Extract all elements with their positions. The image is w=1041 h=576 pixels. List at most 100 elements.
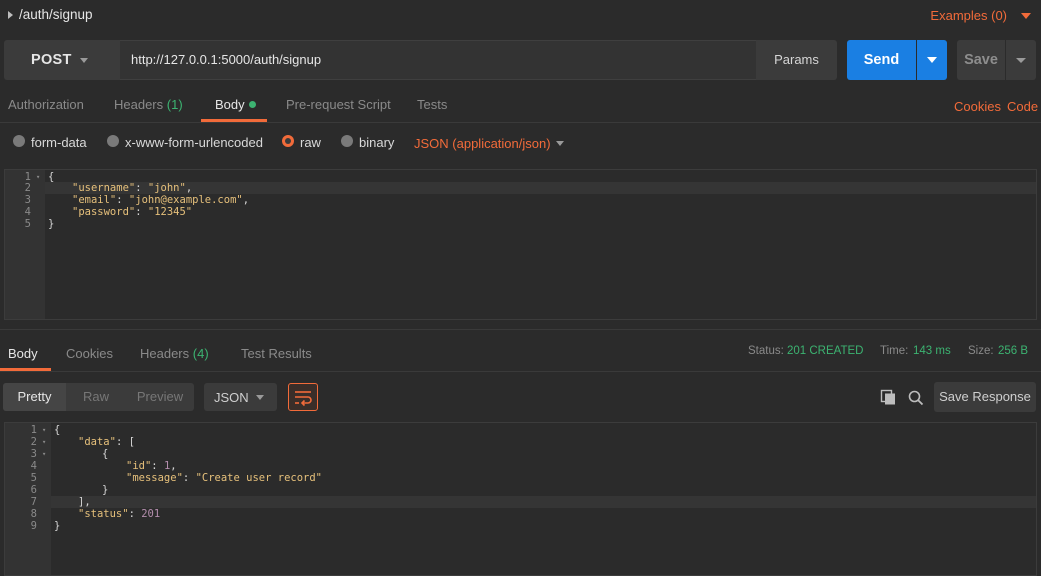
response-tab-body[interactable]: Body [8, 346, 38, 361]
tab-authorization[interactable]: Authorization [8, 97, 84, 112]
code-line: "message": "Create user record" [126, 472, 322, 484]
view-raw-button[interactable]: Raw [66, 383, 126, 411]
size-value: 256 B [998, 345, 1029, 357]
json-key: "email" [72, 194, 117, 206]
method-label: POST [31, 52, 72, 68]
response-tab-test-results[interactable]: Test Results [241, 346, 312, 361]
radio-raw-label[interactable]: raw [300, 135, 321, 150]
headers-count: (1) [166, 97, 183, 112]
cookies-link[interactable]: Cookies [954, 99, 1001, 114]
size-label: Size: [968, 345, 994, 357]
divider [0, 329, 1041, 330]
json-key: "message" [126, 472, 183, 484]
tab-headers-label: Headers [114, 97, 164, 112]
json-punct: : [ [115, 436, 135, 448]
fold-arrow-icon[interactable]: ▾ [42, 436, 46, 448]
send-button[interactable]: Send [847, 40, 916, 80]
search-icon[interactable] [907, 389, 925, 410]
json-key: "username" [72, 182, 136, 194]
radio-binary-label[interactable]: binary [359, 135, 394, 150]
code-line: } [102, 484, 109, 496]
radio-binary[interactable] [341, 135, 353, 147]
code-line: "status": 201 [78, 508, 161, 520]
tab-headers[interactable]: Headers (1) [114, 97, 183, 112]
time-label: Time: [880, 345, 909, 357]
response-tab-headers[interactable]: Headers (4) [140, 346, 209, 361]
chevron-down-icon [256, 395, 264, 400]
response-body-viewer[interactable]: 1 ▾ { 2 ▾ "data": [ 3 ▾ { 4 "id": 1, 5 "… [4, 422, 1037, 576]
active-line-highlight [51, 496, 1036, 508]
code-line: "email": "john@example.com", [72, 194, 250, 206]
body-indicator-dot [249, 101, 256, 108]
line-number: 3 [24, 194, 31, 206]
radio-urlencoded-label[interactable]: x-www-form-urlencoded [125, 135, 263, 150]
code-line: } [48, 218, 55, 230]
tab-prerequest-script[interactable]: Pre-request Script [286, 97, 391, 112]
url-input[interactable]: http://127.0.0.1:5000/auth/signup [120, 40, 756, 80]
chevron-down-icon [1016, 58, 1026, 63]
line-number: 4 [30, 460, 37, 472]
code-line: "id": 1, [126, 460, 177, 472]
line-number: 2 [30, 436, 37, 448]
save-button[interactable]: Save [957, 40, 1005, 80]
chevron-down-icon [80, 58, 88, 63]
line-number: 5 [30, 472, 37, 484]
chevron-down-icon[interactable] [556, 141, 564, 146]
content-type-select[interactable]: JSON (application/json) [414, 136, 551, 151]
line-number: 7 [30, 496, 37, 508]
response-format-select[interactable]: JSON [204, 383, 277, 411]
line-number: 2 [24, 182, 31, 194]
copy-icon[interactable] [880, 389, 898, 410]
code-line: ], [78, 496, 91, 508]
save-response-button[interactable]: Save Response [934, 382, 1036, 412]
radio-raw[interactable] [282, 135, 294, 147]
json-key: "id" [126, 460, 152, 472]
line-number: 4 [24, 206, 31, 218]
code-line: { [48, 171, 55, 183]
json-key: "data" [78, 436, 116, 448]
code-link[interactable]: Code [1007, 99, 1038, 114]
tab-body[interactable]: Body [215, 97, 245, 112]
divider [0, 122, 1041, 123]
request-name[interactable]: /auth/signup [19, 7, 93, 22]
time-value: 143 ms [913, 345, 951, 357]
line-number: 1 [30, 424, 37, 436]
fold-arrow-icon[interactable]: ▾ [42, 448, 46, 460]
fold-arrow-icon[interactable]: ▾ [42, 424, 46, 436]
code-line: "password": "12345" [72, 206, 193, 218]
json-string: "Create user record" [195, 472, 322, 484]
format-label: JSON [214, 390, 249, 405]
chevron-down-icon[interactable] [1021, 13, 1031, 19]
send-dropdown-button[interactable] [917, 40, 947, 80]
fold-arrow-icon[interactable]: ▾ [36, 171, 40, 183]
active-line-highlight [45, 182, 1036, 194]
line-number: 8 [30, 508, 37, 520]
json-key: "status" [78, 508, 129, 520]
json-punct: , [170, 460, 177, 472]
json-string: "john" [147, 182, 186, 194]
response-tab-cookies[interactable]: Cookies [66, 346, 113, 361]
chevron-down-icon [927, 57, 937, 63]
url-value: http://127.0.0.1:5000/auth/signup [131, 52, 322, 67]
params-button[interactable]: Params [756, 40, 837, 80]
examples-link[interactable]: Examples (0) [930, 8, 1007, 23]
json-string: "12345" [147, 206, 193, 218]
request-body-editor[interactable]: 1 ▾ { 2 "username": "john", 3 "email": "… [4, 169, 1037, 320]
response-headers-count: (4) [192, 346, 209, 361]
json-key: "password" [72, 206, 136, 218]
radio-form-data-label[interactable]: form-data [31, 135, 87, 150]
radio-form-data[interactable] [13, 135, 25, 147]
line-number: 9 [30, 520, 37, 532]
wrap-lines-button[interactable] [288, 383, 318, 411]
view-preview-button[interactable]: Preview [126, 383, 194, 411]
tab-tests[interactable]: Tests [417, 97, 447, 112]
line-number: 5 [24, 218, 31, 230]
response-tab-headers-label: Headers [140, 346, 190, 361]
caret-right-icon[interactable] [8, 11, 13, 19]
view-pretty-button[interactable]: Pretty [3, 383, 66, 411]
method-select[interactable]: POST [4, 40, 120, 80]
divider [0, 371, 1041, 372]
save-dropdown-button[interactable] [1006, 40, 1036, 80]
radio-urlencoded[interactable] [107, 135, 119, 147]
wrap-lines-icon [295, 391, 312, 407]
